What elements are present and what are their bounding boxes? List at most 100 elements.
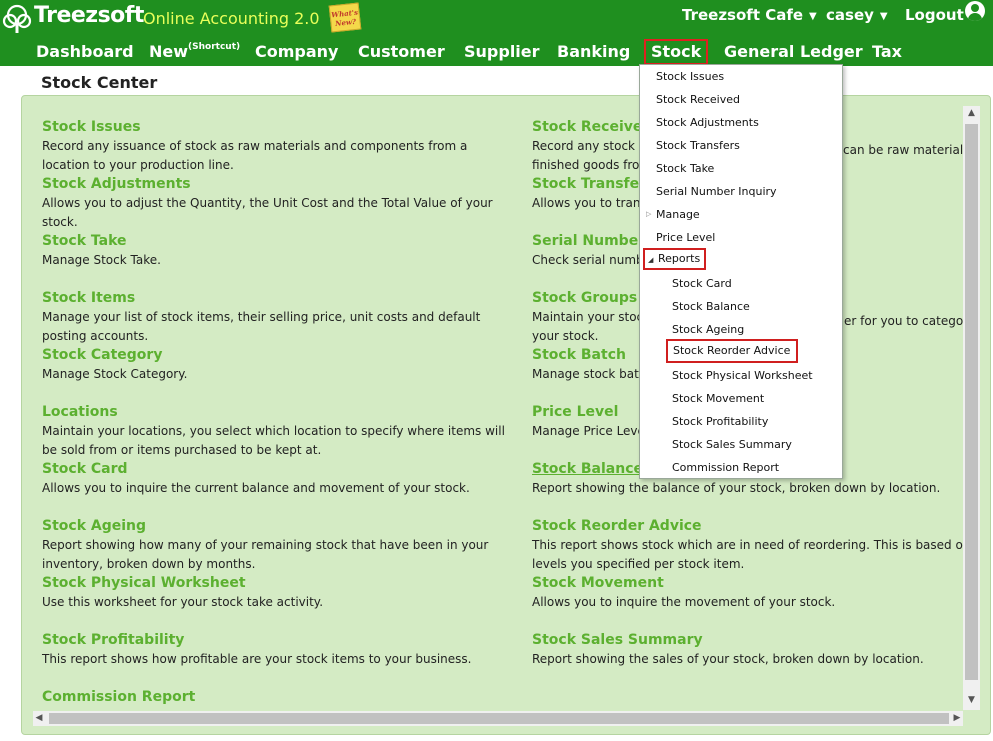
desc-line: Manage stock batc [532,367,646,381]
desc-line: Maintain your stoc [532,310,644,324]
stock-center-panel: Stock Issues Record any issuance of stoc… [21,95,991,735]
desc-line: Maintain your locations, you select whic… [42,424,505,438]
desc-line: This report shows stock which are in nee… [532,538,979,552]
menu-reports[interactable]: ◢ Reports [643,248,707,270]
link-stock-reorder-advice[interactable]: Stock Reorder Advice [532,518,979,534]
user-name: casey [826,6,874,24]
entry-serial-number: Serial Number Check serial numb [532,233,645,268]
scroll-up-icon[interactable]: ▲ [963,108,980,118]
desc-line: Use this worksheet for your stock take a… [42,595,324,609]
link-stock-issues[interactable]: Stock Issues [42,119,467,135]
desc-line: Manage Price Leve [532,424,645,438]
company-switcher[interactable]: Treezsoft Cafe ▼ [682,6,817,24]
desc-line: finished goods fror [532,158,645,172]
desc-line: be sold from or items purchased to be ke… [42,443,322,457]
stock-dropdown-menu: Stock Issues Stock Received Stock Adjust… [639,64,843,479]
link-stock-ageing[interactable]: Stock Ageing [42,518,488,534]
menu-report-stock-sales-summary[interactable]: Stock Sales Summary [672,438,792,451]
menu-manage[interactable]: Manage [656,208,700,221]
nav-customer[interactable]: Customer [358,42,445,61]
link-stock-received[interactable]: Stock Received [532,119,652,135]
entry-stock-groups: Stock Groups Maintain your stoc your sto… [532,290,643,344]
link-stock-groups[interactable]: Stock Groups [532,290,643,306]
link-stock-items[interactable]: Stock Items [42,290,480,306]
nav-stock[interactable]: Stock [644,39,709,65]
entry-stock-reorder-advice: Stock Reorder Advice This report shows s… [532,518,979,572]
desc-line: Allows you to inquire the current balanc… [42,481,470,495]
nav-company[interactable]: Company [255,42,338,61]
menu-price-level[interactable]: Price Level [656,231,715,244]
link-stock-movement[interactable]: Stock Movement [532,575,835,591]
nav-general-ledger[interactable]: General Ledger [724,42,863,61]
scroll-left-icon[interactable]: ◀ [33,713,45,723]
menu-serial-number-inquiry[interactable]: Serial Number Inquiry [656,185,777,198]
menu-report-stock-movement[interactable]: Stock Movement [672,392,764,405]
menu-stock-issues[interactable]: Stock Issues [656,70,724,83]
menu-stock-adjustments[interactable]: Stock Adjustments [656,116,759,129]
link-stock-physical-worksheet[interactable]: Stock Physical Worksheet [42,575,323,591]
page-title: Stock Center [41,73,158,92]
vertical-scroll-thumb[interactable] [965,124,978,680]
nav-banking[interactable]: Banking [557,42,630,61]
entry-stock-transfers: Stock Transfers Allows you to trans [532,176,654,211]
desc-line: Manage your list of stock items, their s… [42,310,481,324]
entry-price-level: Price Level Manage Price Leve [532,404,645,439]
menu-stock-received[interactable]: Stock Received [656,93,740,106]
link-price-level[interactable]: Price Level [532,404,645,420]
link-stock-batch[interactable]: Stock Batch [532,347,645,363]
nav-new-label: New [149,42,189,61]
link-stock-transfers[interactable]: Stock Transfers [532,176,654,192]
expand-right-icon: ▷ [646,210,652,218]
link-stock-card[interactable]: Stock Card [42,461,470,477]
menu-report-stock-reorder-advice[interactable]: Stock Reorder Advice [666,339,799,363]
desc-line: This report shows how profitable are you… [42,652,472,666]
entry-stock-profitability: Stock Profitability This report shows ho… [42,632,471,667]
link-stock-adjustments[interactable]: Stock Adjustments [42,176,493,192]
desc-line: Record any stock r [532,139,644,153]
entry-locations: Locations Maintain your locations, you s… [42,404,505,458]
link-serial-number[interactable]: Serial Number [532,233,645,249]
horizontal-scroll-thumb[interactable] [49,713,949,724]
nav-new[interactable]: New(Shortcut) [149,42,240,61]
nav-tax[interactable]: Tax [872,42,902,61]
scroll-down-icon[interactable]: ▼ [963,695,980,705]
horizontal-scrollbar[interactable]: ◀ ▶ [33,711,963,726]
whats-new-badge[interactable]: What's New? [328,2,362,33]
entry-stock-take: Stock Take Manage Stock Take. [42,233,161,268]
scroll-right-icon[interactable]: ▶ [951,713,963,723]
link-commission-report[interactable]: Commission Report [42,689,195,705]
menu-report-stock-card[interactable]: Stock Card [672,277,732,290]
link-locations[interactable]: Locations [42,404,505,420]
collapse-down-icon: ◢ [648,256,654,264]
desc-line: your stock. [532,329,599,343]
link-stock-category[interactable]: Stock Category [42,347,187,363]
user-menu[interactable]: casey ▼ [826,6,888,24]
link-stock-profitability[interactable]: Stock Profitability [42,632,471,648]
menu-report-stock-profitability[interactable]: Stock Profitability [672,415,768,428]
menu-stock-transfers[interactable]: Stock Transfers [656,139,740,152]
link-stock-sales-summary[interactable]: Stock Sales Summary [532,632,924,648]
menu-report-commission-report[interactable]: Commission Report [672,461,779,474]
tree-logo-icon [2,4,32,33]
link-stock-take[interactable]: Stock Take [42,233,161,249]
menu-report-stock-balance[interactable]: Stock Balance [672,300,750,313]
nav-dashboard[interactable]: Dashboard [36,42,134,61]
nav-supplier[interactable]: Supplier [464,42,540,61]
desc-line: location to your production line. [42,158,234,172]
vertical-scrollbar[interactable]: ▲ ▼ [963,106,980,710]
logout-link[interactable]: Logout [905,6,964,24]
desc-line: can be raw materials [843,143,970,157]
entry-stock-batch: Stock Batch Manage stock batc [532,347,645,382]
desc-line: inventory, broken down by months. [42,557,256,571]
company-name: Treezsoft Cafe [682,6,804,24]
entry-stock-received: Stock Received Record any stock r finish… [532,119,652,173]
desc-line: Allows you to adjust the Quantity, the U… [42,196,493,210]
entry-stock-category: Stock Category Manage Stock Category. [42,347,187,382]
desc-line: Report showing how many of your remainin… [42,538,489,552]
entry-stock-issues: Stock Issues Record any issuance of stoc… [42,119,467,173]
desc-line: posting accounts. [42,329,149,343]
user-avatar-icon[interactable] [965,1,985,21]
menu-stock-take[interactable]: Stock Take [656,162,714,175]
menu-report-stock-physical-worksheet[interactable]: Stock Physical Worksheet [672,369,813,382]
menu-report-stock-ageing[interactable]: Stock Ageing [672,323,744,336]
